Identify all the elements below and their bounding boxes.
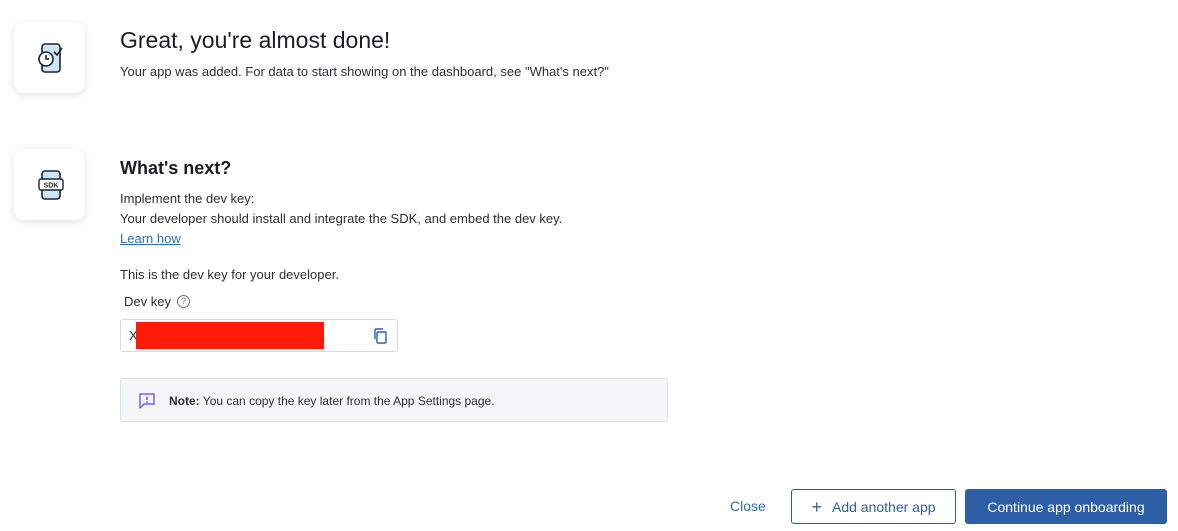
phone-clock-icon: [37, 42, 63, 73]
plus-icon: +: [811, 496, 822, 517]
learn-how-link[interactable]: Learn how: [120, 231, 181, 246]
sdk-icon-card: SDK: [14, 149, 85, 220]
add-another-app-button[interactable]: + Add another app: [791, 489, 956, 524]
dev-key-field[interactable]: X: [120, 319, 398, 352]
page-title: Great, you're almost done!: [120, 27, 391, 53]
note-text-container: Note: You can copy the key later from th…: [169, 394, 495, 408]
svg-text:SDK: SDK: [43, 182, 58, 189]
copy-icon[interactable]: [373, 328, 387, 344]
whats-next-heading: What's next?: [120, 158, 232, 178]
dev-key-intro: This is the dev key for your developer.: [120, 267, 339, 282]
continue-onboarding-button[interactable]: Continue app onboarding: [965, 489, 1167, 524]
implement-line: Implement the dev key:: [120, 191, 255, 206]
redacted-dev-key: [136, 322, 324, 349]
dev-key-label-row: Dev key ?: [124, 294, 190, 309]
help-circle-icon[interactable]: ?: [176, 295, 190, 308]
phone-clock-icon-card: [14, 22, 85, 93]
note-text: You can copy the key later from the App …: [202, 394, 495, 408]
dev-key-label: Dev key: [124, 294, 171, 309]
page-subtitle: Your app was added. For data to start sh…: [120, 64, 609, 79]
note-banner: Note: You can copy the key later from th…: [120, 378, 668, 422]
message-alert-icon: [139, 393, 155, 409]
continue-onboarding-label: Continue app onboarding: [987, 498, 1145, 515]
sdk-icon: SDK: [37, 169, 64, 200]
note-label: Note:: [169, 394, 200, 408]
close-button[interactable]: Close: [730, 498, 766, 514]
developer-instructions: Your developer should install and integr…: [120, 211, 563, 226]
add-another-app-label: Add another app: [831, 498, 936, 515]
